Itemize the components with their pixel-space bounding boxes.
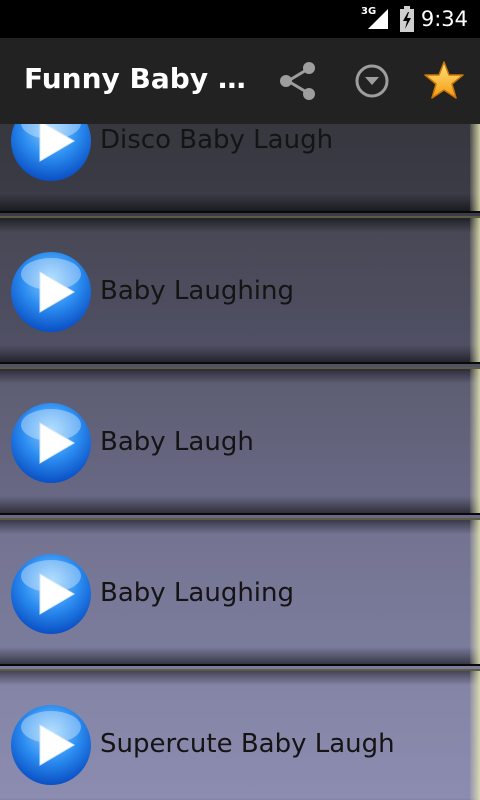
battery-charging-icon [400, 6, 414, 32]
list-item[interactable]: Disco Baby Laugh [0, 124, 480, 213]
share-icon [280, 62, 315, 100]
status-clock: 9:34 [420, 7, 468, 31]
list-item-label: Supercute Baby Laugh [100, 729, 395, 759]
list-item[interactable]: Baby Laugh [0, 367, 480, 515]
share-button[interactable] [271, 54, 325, 108]
status-bar: 3G 9:34 [0, 0, 480, 38]
favorite-button[interactable] [417, 54, 471, 108]
play-icon[interactable] [9, 401, 93, 485]
overflow-menu-button[interactable] [345, 54, 399, 108]
list-item-label: Baby Laugh [100, 427, 254, 457]
list-item-label: Baby Laughing [100, 578, 295, 608]
sound-list[interactable]: Disco Baby Laugh Baby Laughing Baby Laug… [0, 124, 480, 800]
list-item[interactable]: Baby Laughing [0, 216, 480, 364]
play-icon[interactable] [9, 703, 93, 787]
list-item[interactable]: Supercute Baby Laugh [0, 669, 480, 800]
list-item[interactable]: Baby Laughing [0, 518, 480, 666]
app-title: Funny Baby Laugh [24, 62, 252, 95]
signal-icon [368, 9, 388, 29]
list-item-label: Baby Laughing [100, 276, 295, 306]
play-icon[interactable] [9, 250, 93, 334]
play-icon[interactable] [9, 124, 93, 183]
play-icon[interactable] [9, 552, 93, 636]
star-icon [424, 61, 464, 99]
action-bar: Funny Baby Laugh [0, 38, 480, 124]
list-item-label: Disco Baby Laugh [100, 125, 334, 155]
dropdown-circle-icon [355, 64, 389, 98]
